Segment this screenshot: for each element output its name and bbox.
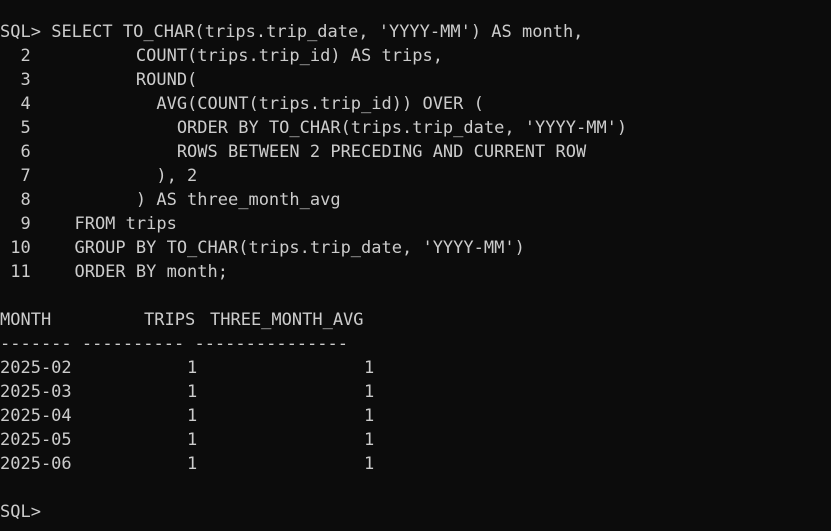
table-row: 2025-05 1 1: [0, 428, 831, 452]
query-line-1: SQL> SELECT TO_CHAR(trips.trip_date, 'YY…: [0, 20, 831, 44]
result-header-row: MONTH TRIPS THREE_MONTH_AVG: [0, 308, 831, 332]
cell-three-month-avg: 1: [364, 358, 375, 378]
cell-trips: 1: [187, 430, 198, 450]
cell-trips: 1: [187, 382, 198, 402]
cell-three-month-avg: 1: [364, 454, 375, 474]
cell-month: 2025-05: [0, 430, 72, 450]
cell-month: 2025-02: [0, 358, 72, 378]
column-header-three-month-avg: THREE_MONTH_AVG: [210, 310, 364, 330]
query-code: ROWS BETWEEN 2 PRECEDING AND CURRENT ROW: [54, 142, 587, 162]
cell-month: 2025-03: [0, 382, 72, 402]
query-line-11: 11 ORDER BY month;: [0, 260, 831, 284]
column-header-trips: TRIPS: [144, 310, 196, 330]
column-header-month: MONTH: [0, 310, 52, 330]
query-line-2: 2 COUNT(trips.trip_id) AS trips,: [0, 44, 831, 68]
cell-trips: 1: [187, 406, 198, 426]
line-number: 8: [0, 190, 31, 210]
query-code: COUNT(trips.trip_id) AS trips,: [54, 46, 443, 66]
query-line-6: 6 ROWS BETWEEN 2 PRECEDING AND CURRENT R…: [0, 140, 831, 164]
query-line-5: 5 ORDER BY TO_CHAR(trips.trip_date, 'YYY…: [0, 116, 831, 140]
table-row: 2025-04 1 1: [0, 404, 831, 428]
table-row: 2025-03 1 1: [0, 380, 831, 404]
terminal-window[interactable]: SQL> SELECT TO_CHAR(trips.trip_date, 'YY…: [0, 0, 831, 531]
command-input-line[interactable]: SQL>: [0, 500, 831, 524]
query-code: ) AS three_month_avg: [54, 190, 341, 210]
cell-three-month-avg: 1: [364, 406, 375, 426]
line-number: 9: [0, 214, 31, 234]
query-code: ROUND(: [54, 70, 198, 90]
line-number: 7: [0, 166, 31, 186]
query-code: GROUP BY TO_CHAR(trips.trip_date, 'YYYY-…: [54, 238, 525, 258]
line-number: 11: [0, 262, 31, 282]
line-number: 6: [0, 142, 31, 162]
query-code: SELECT TO_CHAR(trips.trip_date, 'YYYY-MM…: [51, 22, 584, 42]
line-number: 2: [0, 46, 31, 66]
cell-month: 2025-04: [0, 406, 72, 426]
cell-month: 2025-06: [0, 454, 72, 474]
line-number: 10: [0, 238, 31, 258]
sql-prompt: SQL>: [0, 502, 41, 522]
table-row: 2025-02 1 1: [0, 356, 831, 380]
query-code: ORDER BY month;: [54, 262, 228, 282]
line-number: 3: [0, 70, 31, 90]
line-number: 5: [0, 118, 31, 138]
query-code: AVG(COUNT(trips.trip_id)) OVER (: [54, 94, 484, 114]
cell-three-month-avg: 1: [364, 430, 375, 450]
result-separator: ------- ---------- ---------------: [0, 334, 348, 354]
query-line-3: 3 ROUND(: [0, 68, 831, 92]
cell-trips: 1: [187, 454, 198, 474]
query-line-8: 8 ) AS three_month_avg: [0, 188, 831, 212]
query-line-4: 4 AVG(COUNT(trips.trip_id)) OVER (: [0, 92, 831, 116]
sql-prompt: SQL>: [0, 22, 41, 42]
table-row: 2025-06 1 1: [0, 452, 831, 476]
query-line-9: 9 FROM trips: [0, 212, 831, 236]
cell-three-month-avg: 1: [364, 382, 375, 402]
query-code: ), 2: [54, 166, 198, 186]
cell-trips: 1: [187, 358, 198, 378]
query-code: ORDER BY TO_CHAR(trips.trip_date, 'YYYY-…: [54, 118, 628, 138]
line-number: 4: [0, 94, 31, 114]
query-code: FROM trips: [54, 214, 177, 234]
query-line-10: 10 GROUP BY TO_CHAR(trips.trip_date, 'YY…: [0, 236, 831, 260]
query-line-7: 7 ), 2: [0, 164, 831, 188]
